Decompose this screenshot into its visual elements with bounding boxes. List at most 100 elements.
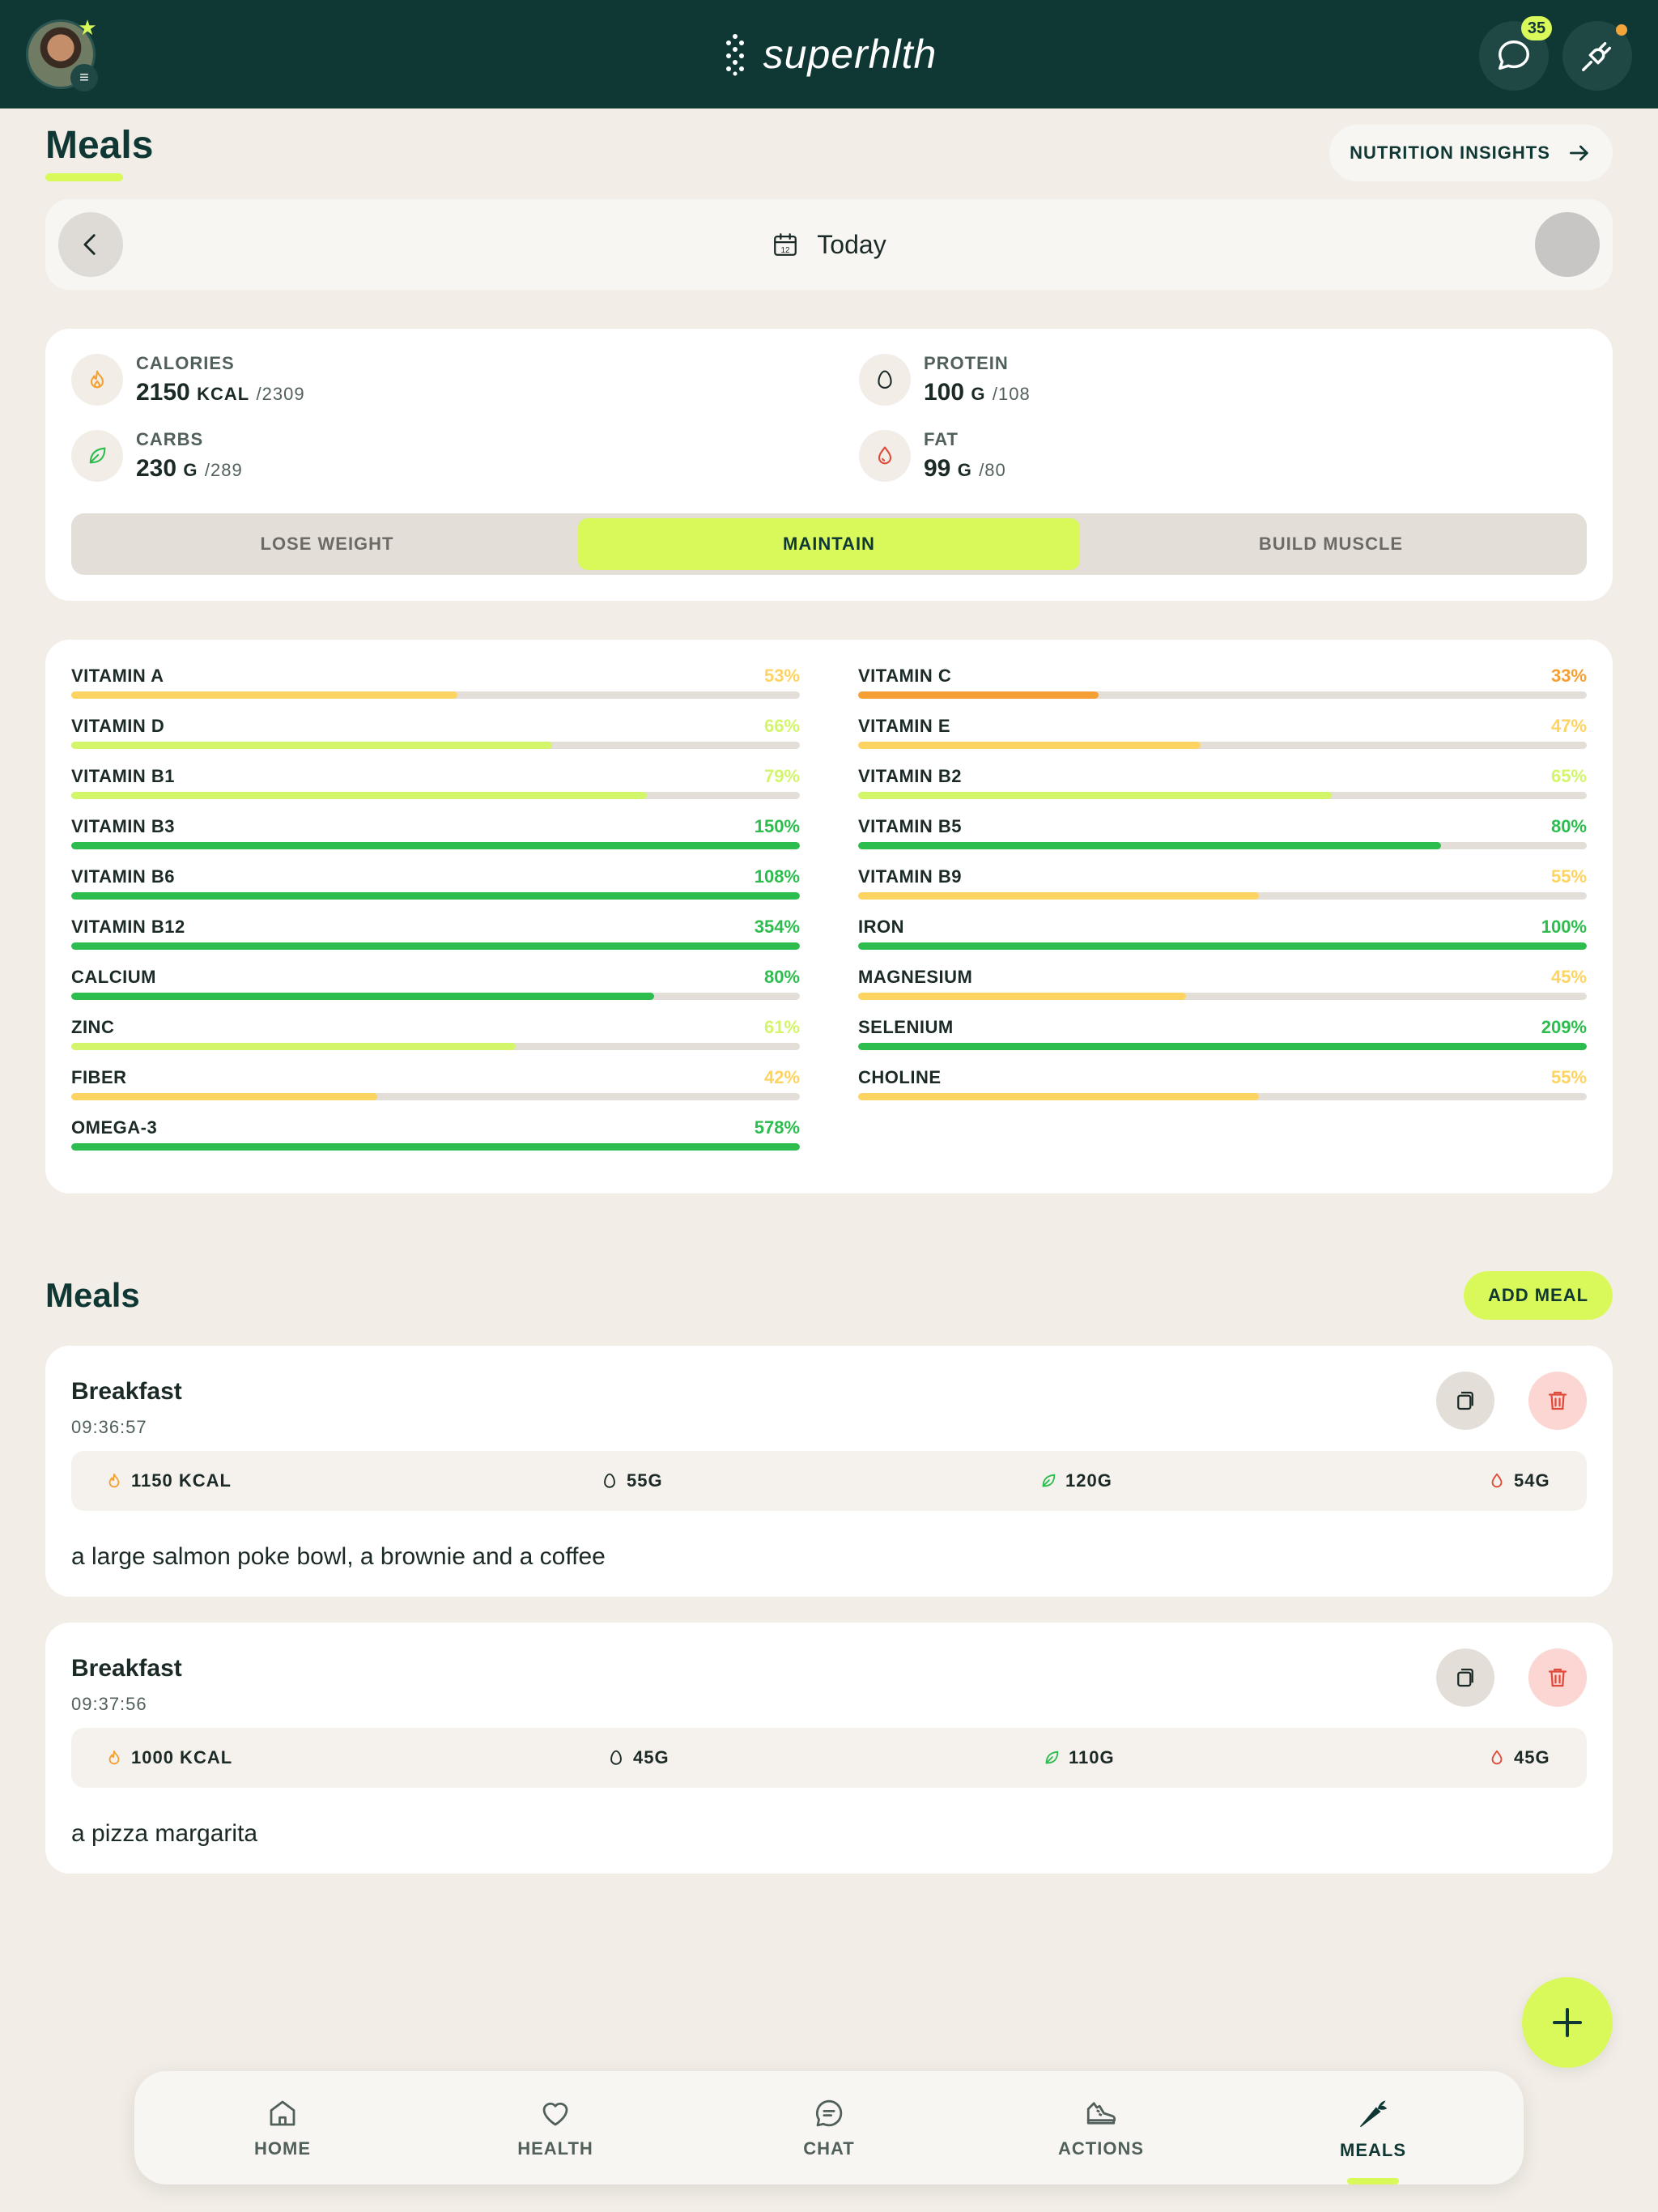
drop-icon <box>859 430 911 482</box>
star-icon: ★ <box>78 15 97 40</box>
nutrient-progress-track <box>858 792 1587 799</box>
nutrient-progress-track <box>71 742 800 749</box>
nutrient-percent: 80% <box>763 967 800 987</box>
add-meal-button[interactable]: ADD MEAL <box>1464 1271 1613 1320</box>
nutrient-row: VITAMIN B12 354% <box>71 917 800 967</box>
calories-value: 2150 KCAL /2309 <box>136 379 305 406</box>
nutrient-percent: 65% <box>1550 766 1587 786</box>
nav-chat[interactable]: CHAT <box>748 2071 910 2184</box>
nutrient-row: IRON 100% <box>858 917 1587 967</box>
meal-kcal: 1150 KCAL <box>105 1451 232 1511</box>
nutrient-progress-fill <box>858 792 1332 799</box>
nutrient-progress-fill <box>858 942 1587 950</box>
nutrient-progress-fill <box>71 892 800 900</box>
nutrient-row: VITAMIN B2 65% <box>858 766 1587 816</box>
nutrient-progress-track <box>858 1043 1587 1050</box>
egg-icon <box>859 354 911 406</box>
nav-health[interactable]: HEALTH <box>474 2071 636 2184</box>
meal-time: 09:37:56 <box>71 1694 147 1714</box>
meal-time: 09:36:57 <box>71 1417 147 1437</box>
nutrient-progress-fill <box>858 742 1201 749</box>
copy-icon <box>1457 1391 1473 1410</box>
nutrient-percent: 150% <box>754 816 800 836</box>
nutrient-name: VITAMIN B12 <box>71 917 185 937</box>
goal-segmented-control: LOSE WEIGHT MAINTAIN BUILD MUSCLE <box>71 513 1587 575</box>
nutrient-name: CALCIUM <box>71 967 156 987</box>
nutrient-percent: 209% <box>1541 1017 1587 1037</box>
messages-button[interactable]: 35 <box>1479 16 1552 91</box>
goal-build-muscle[interactable]: BUILD MUSCLE <box>1080 518 1582 570</box>
logo-mark-icon <box>725 34 744 76</box>
nutrient-progress-fill <box>858 842 1441 849</box>
arrow-right-icon <box>1569 145 1588 161</box>
nutrition-insights-button[interactable]: NUTRITION INSIGHTS <box>1329 125 1613 181</box>
calendar-icon: 12 <box>774 233 797 256</box>
nutrient-percent: 578% <box>754 1117 800 1138</box>
chat-bubble-icon <box>1499 40 1529 70</box>
meal-card[interactable]: Breakfast 09:37:56 1000 KCAL 45G 110G 45… <box>45 1623 1613 1874</box>
nutrient-row: CHOLINE 55% <box>858 1067 1587 1117</box>
nutrient-row: VITAMIN E 47% <box>858 716 1587 766</box>
integrations-button[interactable] <box>1562 21 1632 91</box>
duplicate-meal-button[interactable] <box>1436 1648 1494 1707</box>
nav-home[interactable]: HOME <box>202 2071 363 2184</box>
drop-icon <box>1491 1750 1503 1765</box>
nav-actions-label: ACTIONS <box>1058 2138 1144 2159</box>
flame-icon <box>108 1473 120 1488</box>
copy-icon <box>1457 1668 1473 1687</box>
meal-card[interactable]: Breakfast 09:36:57 1150 KCAL 55G 120G 54… <box>45 1346 1613 1597</box>
nutrient-name: MAGNESIUM <box>858 967 973 987</box>
nutrient-row: SELENIUM 209% <box>858 1017 1587 1067</box>
nutrient-name: OMEGA-3 <box>71 1117 158 1138</box>
next-day-button[interactable] <box>1535 212 1600 277</box>
unread-badge: 35 <box>1521 16 1552 40</box>
title-underline <box>45 173 123 181</box>
goal-maintain[interactable]: MAINTAIN <box>578 518 1080 570</box>
nav-health-label: HEALTH <box>517 2138 593 2159</box>
nutrient-progress-fill <box>858 1093 1259 1100</box>
duplicate-meal-button[interactable] <box>1436 1372 1494 1430</box>
profile-avatar[interactable]: ★ ≡ <box>26 15 98 91</box>
macro-fat: FAT 99 G /80 <box>859 429 1006 483</box>
nav-meals[interactable]: MEALS <box>1292 2071 1454 2184</box>
nutrient-progress-fill <box>858 892 1259 900</box>
nutrient-row: VITAMIN B9 55% <box>858 866 1587 917</box>
nutrient-name: IRON <box>858 917 904 937</box>
add-fab-button[interactable] <box>1522 1977 1613 2068</box>
nutrient-progress-track <box>71 993 800 1000</box>
nutrient-percent: 61% <box>763 1017 800 1037</box>
fat-value: 99 G /80 <box>924 455 1006 482</box>
nutrient-percent: 45% <box>1550 967 1587 987</box>
nutrient-row: CALCIUM 80% <box>71 967 800 1017</box>
active-tab-indicator <box>1347 2178 1399 2184</box>
nutrient-progress-track <box>71 1143 800 1151</box>
nutrient-progress-track <box>71 892 800 900</box>
nutrient-row: OMEGA-3 578% <box>71 1117 800 1168</box>
flame-icon <box>71 354 123 406</box>
nav-actions[interactable]: ACTIONS <box>1020 2071 1182 2184</box>
leaf-icon <box>1042 1474 1056 1487</box>
nutrient-progress-track <box>858 993 1587 1000</box>
calendar-day: 12 <box>781 246 791 255</box>
nutrient-name: VITAMIN B1 <box>71 766 176 786</box>
nutrient-name: SELENIUM <box>858 1017 954 1037</box>
date-display[interactable]: 12 Today <box>772 230 886 260</box>
nutrient-progress-fill <box>71 993 654 1000</box>
nutrient-progress-fill <box>71 1043 516 1050</box>
meals-section-title: Meals <box>45 1276 140 1314</box>
nutrient-progress-track <box>71 1093 800 1100</box>
meal-carbs: 120G <box>1039 1451 1112 1511</box>
plug-icon <box>1582 41 1612 71</box>
home-icon <box>270 2100 295 2126</box>
previous-day-button[interactable] <box>58 212 123 277</box>
macros-card: CALORIES 2150 KCAL /2309 PROTEIN 100 G /… <box>45 329 1613 601</box>
nutrient-progress-track <box>858 892 1587 900</box>
nutrient-row: VITAMIN D 66% <box>71 716 800 766</box>
delete-meal-button[interactable] <box>1528 1372 1587 1430</box>
goal-lose-weight[interactable]: LOSE WEIGHT <box>76 518 578 570</box>
macro-carbs: CARBS 230 G /289 <box>71 429 243 483</box>
delete-meal-button[interactable] <box>1528 1648 1587 1707</box>
nav-chat-label: CHAT <box>803 2138 855 2159</box>
nutrient-percent: 42% <box>763 1067 800 1087</box>
meal-description: a pizza margarita <box>71 1820 258 1847</box>
